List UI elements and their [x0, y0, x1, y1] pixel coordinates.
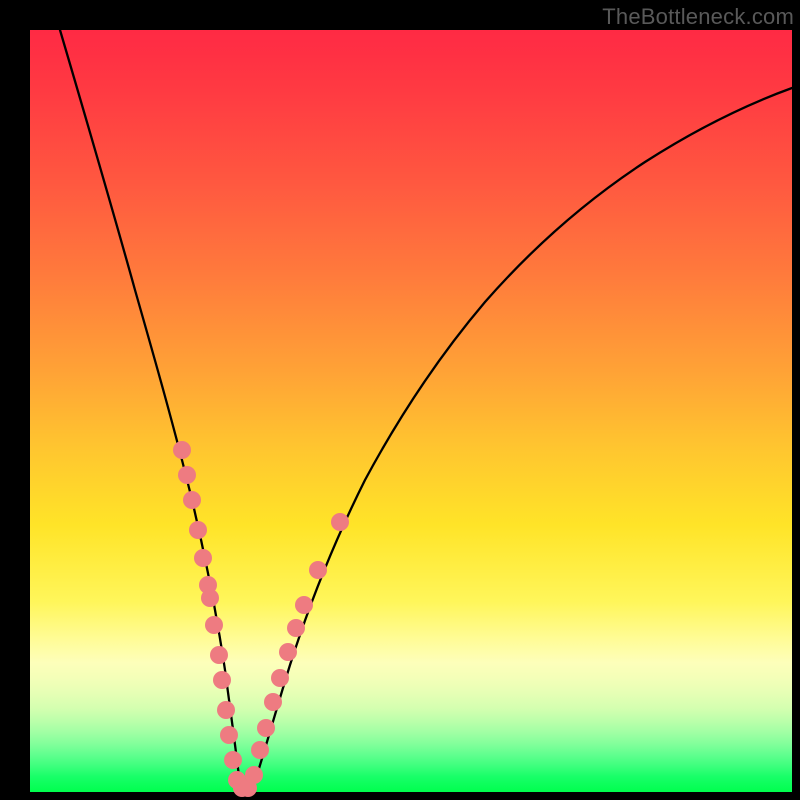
bottleneck-curve [60, 30, 792, 790]
data-marker [295, 596, 313, 614]
data-marker [224, 751, 242, 769]
data-marker [189, 521, 207, 539]
chart-frame: TheBottleneck.com [0, 0, 800, 800]
data-marker [213, 671, 231, 689]
data-marker [245, 766, 263, 784]
plot-area [30, 30, 792, 792]
data-marker [217, 701, 235, 719]
data-marker [257, 719, 275, 737]
curve-layer [30, 30, 792, 792]
data-marker [173, 441, 191, 459]
data-marker [205, 616, 223, 634]
data-marker [194, 549, 212, 567]
watermark-text: TheBottleneck.com [602, 4, 794, 30]
data-marker [271, 669, 289, 687]
data-marker [287, 619, 305, 637]
data-marker [201, 589, 219, 607]
data-marker [220, 726, 238, 744]
data-marker [210, 646, 228, 664]
data-marker [178, 466, 196, 484]
data-marker [309, 561, 327, 579]
marker-group [173, 441, 349, 797]
data-marker [183, 491, 201, 509]
data-marker [279, 643, 297, 661]
data-marker [264, 693, 282, 711]
data-marker [331, 513, 349, 531]
data-marker [251, 741, 269, 759]
